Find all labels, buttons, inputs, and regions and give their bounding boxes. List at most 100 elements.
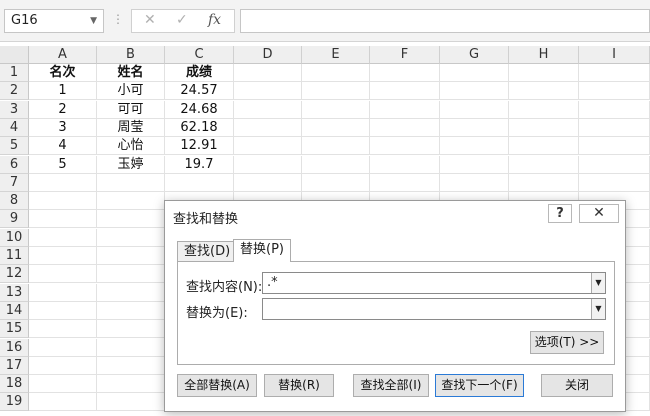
cell-f3[interactable] <box>370 101 440 119</box>
row-header-13[interactable]: 13 <box>0 284 29 302</box>
row-header-1[interactable]: 1 <box>0 64 29 82</box>
cell-e4[interactable] <box>302 119 370 137</box>
cell-g7[interactable] <box>440 174 509 192</box>
cell-a7[interactable] <box>29 174 97 192</box>
cell-a14[interactable] <box>29 302 97 320</box>
cell-a10[interactable] <box>29 229 97 247</box>
cell-a15[interactable] <box>29 320 97 338</box>
cell-c1[interactable]: 成绩 <box>165 64 234 82</box>
cell-h3[interactable] <box>509 101 579 119</box>
row-header-5[interactable]: 5 <box>0 137 29 155</box>
cell-a6[interactable]: 5 <box>29 156 97 174</box>
tab-replace[interactable]: 替换(P) <box>233 239 291 262</box>
chevron-down-icon[interactable]: ▼ <box>591 273 605 293</box>
cell-f6[interactable] <box>370 156 440 174</box>
cell-b7[interactable] <box>97 174 165 192</box>
cell-c6[interactable]: 19.7 <box>165 156 234 174</box>
column-header-i[interactable]: I <box>579 46 650 64</box>
replace-input[interactable]: ▼ <box>262 298 606 320</box>
find-input[interactable]: .* ▼ <box>262 272 606 294</box>
select-all-corner[interactable] <box>0 46 29 64</box>
cell-b2[interactable]: 小可 <box>97 82 165 100</box>
cell-e2[interactable] <box>302 82 370 100</box>
column-header-g[interactable]: G <box>440 46 509 64</box>
cell-g3[interactable] <box>440 101 509 119</box>
replace-all-button[interactable]: 全部替换(A) <box>177 374 257 397</box>
cell-g4[interactable] <box>440 119 509 137</box>
cell-a9[interactable] <box>29 210 97 228</box>
cell-i1[interactable] <box>579 64 650 82</box>
close-button[interactable]: 关闭 <box>541 374 613 397</box>
row-header-17[interactable]: 17 <box>0 357 29 375</box>
cell-a19[interactable] <box>29 393 97 411</box>
cell-b16[interactable] <box>97 339 165 357</box>
cell-a2[interactable]: 1 <box>29 82 97 100</box>
row-header-4[interactable]: 4 <box>0 119 29 137</box>
cell-b5[interactable]: 心怡 <box>97 137 165 155</box>
cell-e3[interactable] <box>302 101 370 119</box>
cell-a1[interactable]: 名次 <box>29 64 97 82</box>
row-header-16[interactable]: 16 <box>0 339 29 357</box>
cell-i5[interactable] <box>579 137 650 155</box>
cell-g1[interactable] <box>440 64 509 82</box>
cell-a17[interactable] <box>29 357 97 375</box>
cell-e5[interactable] <box>302 137 370 155</box>
cell-b19[interactable] <box>97 393 165 411</box>
row-header-6[interactable]: 6 <box>0 156 29 174</box>
row-header-9[interactable]: 9 <box>0 210 29 228</box>
cell-c2[interactable]: 24.57 <box>165 82 234 100</box>
cell-h2[interactable] <box>509 82 579 100</box>
column-header-c[interactable]: C <box>165 46 234 64</box>
row-header-11[interactable]: 11 <box>0 247 29 265</box>
cell-f7[interactable] <box>370 174 440 192</box>
row-header-18[interactable]: 18 <box>0 375 29 393</box>
row-header-10[interactable]: 10 <box>0 229 29 247</box>
cell-a4[interactable]: 3 <box>29 119 97 137</box>
chevron-down-icon[interactable]: ▼ <box>591 299 605 319</box>
cell-a3[interactable]: 2 <box>29 101 97 119</box>
cell-b17[interactable] <box>97 357 165 375</box>
cell-b15[interactable] <box>97 320 165 338</box>
column-header-b[interactable]: B <box>97 46 165 64</box>
cell-c5[interactable]: 12.91 <box>165 137 234 155</box>
cell-b6[interactable]: 玉婷 <box>97 156 165 174</box>
cell-b18[interactable] <box>97 375 165 393</box>
cell-e6[interactable] <box>302 156 370 174</box>
cell-f5[interactable] <box>370 137 440 155</box>
cell-b9[interactable] <box>97 210 165 228</box>
cell-a12[interactable] <box>29 265 97 283</box>
cell-a8[interactable] <box>29 192 97 210</box>
row-header-3[interactable]: 3 <box>0 101 29 119</box>
cell-a16[interactable] <box>29 339 97 357</box>
cell-d1[interactable] <box>234 64 302 82</box>
cell-b12[interactable] <box>97 265 165 283</box>
cell-d6[interactable] <box>234 156 302 174</box>
row-header-19[interactable]: 19 <box>0 393 29 411</box>
cell-b3[interactable]: 可可 <box>97 101 165 119</box>
cell-g2[interactable] <box>440 82 509 100</box>
cell-h5[interactable] <box>509 137 579 155</box>
cell-i4[interactable] <box>579 119 650 137</box>
row-header-14[interactable]: 14 <box>0 302 29 320</box>
cell-g6[interactable] <box>440 156 509 174</box>
cell-d4[interactable] <box>234 119 302 137</box>
cell-i6[interactable] <box>579 156 650 174</box>
chevron-down-icon[interactable]: ▼ <box>90 10 97 32</box>
cell-f2[interactable] <box>370 82 440 100</box>
column-header-h[interactable]: H <box>509 46 579 64</box>
tab-find[interactable]: 查找(D) <box>177 241 238 262</box>
cell-d3[interactable] <box>234 101 302 119</box>
cell-a5[interactable]: 4 <box>29 137 97 155</box>
cell-b4[interactable]: 周莹 <box>97 119 165 137</box>
formula-input[interactable] <box>240 9 650 33</box>
cell-c7[interactable] <box>165 174 234 192</box>
cell-a13[interactable] <box>29 284 97 302</box>
name-box[interactable]: G16 ▼ <box>4 9 104 33</box>
close-x-button[interactable]: ✕ <box>579 204 619 223</box>
cell-i2[interactable] <box>579 82 650 100</box>
row-header-8[interactable]: 8 <box>0 192 29 210</box>
cell-c3[interactable]: 24.68 <box>165 101 234 119</box>
cell-a11[interactable] <box>29 247 97 265</box>
column-header-e[interactable]: E <box>302 46 370 64</box>
cell-b8[interactable] <box>97 192 165 210</box>
